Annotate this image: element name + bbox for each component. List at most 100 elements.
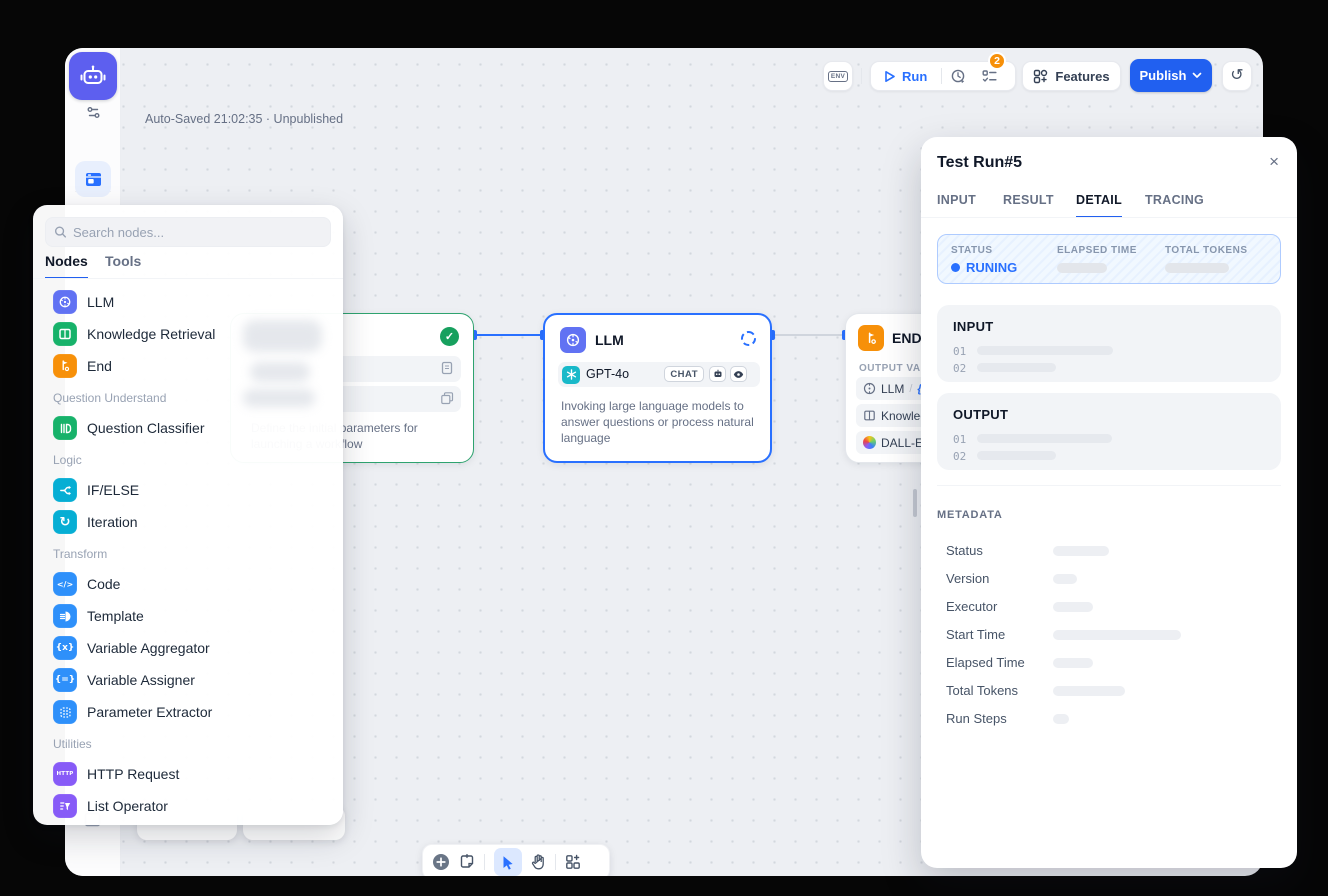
node-search-box (45, 217, 331, 247)
node-item-if-else[interactable]: IF/ELSE (41, 475, 335, 505)
edge-llm-end (772, 334, 845, 336)
openai-model-icon (562, 366, 580, 384)
ghost-blur (243, 389, 315, 407)
add-note-button[interactable] (459, 854, 475, 870)
llm-model-row[interactable]: GPT-4o CHAT (558, 362, 760, 387)
skeleton-bar (1053, 714, 1069, 724)
run-history-icon[interactable] (950, 68, 967, 85)
close-icon[interactable]: × (1269, 153, 1279, 170)
llm-node[interactable]: LLM GPT-4o CHAT Invoking large language … (543, 313, 772, 463)
skeleton-bar (977, 346, 1113, 355)
env-button[interactable]: ENV (823, 61, 853, 91)
meta-label-total-tokens: Total Tokens (946, 683, 1018, 698)
metadata-title: METADATA (937, 509, 1003, 521)
end-node-title: END (892, 330, 922, 346)
section-divider (937, 485, 1281, 486)
model-name: GPT-4o (586, 367, 629, 381)
tab-input[interactable]: INPUT (937, 193, 976, 207)
app-logo-robot-icon[interactable] (69, 52, 117, 100)
group-title-logic: Logic (53, 453, 82, 467)
template-icon (53, 604, 77, 628)
end-var-name: LLM (881, 382, 904, 396)
tab-result[interactable]: RESULT (1003, 193, 1054, 207)
checklist-icon[interactable] (981, 68, 998, 85)
play-icon (883, 70, 896, 83)
node-item-template[interactable]: Template (41, 601, 335, 631)
meta-label-executor: Executor (946, 599, 997, 614)
dalle-var-icon (863, 436, 876, 449)
group-title-transform: Transform (53, 547, 107, 561)
features-label: Features (1055, 69, 1109, 84)
iteration-icon: ↻ (53, 510, 77, 534)
skeleton-bar (1053, 658, 1093, 668)
node-item-knowledge-retrieval[interactable]: Knowledge Retrieval (41, 319, 335, 349)
sidebar-item-workflow[interactable] (75, 161, 111, 197)
node-item-variable-aggregator[interactable]: {x} Variable Aggregator (41, 633, 335, 663)
line-number: 02 (953, 362, 966, 375)
pointer-tool-button[interactable] (494, 848, 522, 876)
screen: ✓ Define the initial parameters for laun… (0, 0, 1328, 896)
features-button[interactable]: Features (1022, 61, 1121, 91)
run-group-divider (941, 68, 942, 84)
node-picker-panel: Nodes Tools LLM Knowledge Retrieval End … (33, 205, 343, 825)
toolbar-divider (861, 68, 862, 84)
meta-label-version: Version (946, 571, 989, 586)
var-separator: / (909, 383, 912, 395)
line-number: 02 (953, 450, 966, 463)
node-item-llm[interactable]: LLM (41, 287, 335, 317)
running-dot-icon (951, 263, 960, 272)
status-card: STATUS RUNING ELAPSED TIME TOTAL TOKENS (937, 234, 1281, 284)
skeleton-bar (977, 434, 1112, 443)
node-item-question-classifier[interactable]: Question Classifier (41, 413, 335, 443)
node-item-variable-assigner[interactable]: {=} Variable Assigner (41, 665, 335, 695)
group-title-utilities: Utilities (53, 737, 92, 751)
skeleton-bar (1053, 630, 1181, 640)
list-operator-icon (53, 794, 77, 818)
node-search-input[interactable] (73, 225, 322, 240)
node-item-http-request[interactable]: HTTP HTTP Request (41, 759, 335, 789)
skeleton-bar (977, 363, 1056, 372)
add-node-button[interactable] (432, 853, 450, 871)
tab-detail[interactable]: DETAIL (1076, 193, 1122, 218)
status-value: RUNING (966, 260, 1017, 275)
node-item-end[interactable]: End (41, 351, 335, 381)
canvas-toolbar (422, 844, 610, 876)
panel-title: Test Run#5 (937, 154, 1022, 172)
output-card: OUTPUT 01 02 (937, 393, 1281, 470)
publish-button[interactable]: Publish (1130, 59, 1212, 92)
organize-nodes-button[interactable] (565, 854, 581, 870)
end-icon (53, 354, 77, 378)
version-history-button[interactable]: ↺ (1222, 61, 1252, 91)
question-classifier-icon (53, 416, 77, 440)
success-check-icon: ✓ (440, 327, 459, 346)
toolbar-divider (555, 854, 556, 870)
workflow-settings-icon[interactable] (85, 104, 102, 121)
code-icon: </> (53, 572, 77, 596)
line-number: 01 (953, 345, 966, 358)
node-item-code[interactable]: </> Code (41, 569, 335, 599)
node-item-parameter-extractor[interactable]: Parameter Extractor (41, 697, 335, 727)
panel-scrollbar[interactable] (913, 489, 917, 517)
skeleton-bar (1053, 574, 1077, 584)
skeleton-bar (977, 451, 1056, 460)
tabs-divider (33, 278, 343, 279)
llm-var-icon (863, 382, 876, 395)
knowledge-var-icon (863, 409, 876, 422)
input-title: INPUT (953, 319, 994, 334)
test-run-panel: Test Run#5 × INPUT RESULT DETAIL TRACING… (921, 137, 1297, 868)
meta-label-status: Status (946, 543, 983, 558)
tab-tracing[interactable]: TRACING (1145, 193, 1204, 207)
run-button[interactable]: Run (883, 69, 927, 84)
variable-assigner-icon: {=} (53, 668, 77, 692)
hand-tool-button[interactable] (531, 854, 546, 870)
env-icon: ENV (828, 71, 848, 82)
tab-tools[interactable]: Tools (105, 253, 141, 269)
meta-label-run-steps: Run Steps (946, 711, 1007, 726)
tab-nodes[interactable]: Nodes (45, 253, 88, 279)
skeleton-bar (1053, 602, 1093, 612)
node-item-iteration[interactable]: ↻ Iteration (41, 507, 335, 537)
search-icon (54, 225, 67, 239)
node-item-list-operator[interactable]: List Operator (41, 791, 335, 821)
output-title: OUTPUT (953, 407, 1008, 422)
elapsed-time-label: ELAPSED TIME (1057, 245, 1137, 256)
